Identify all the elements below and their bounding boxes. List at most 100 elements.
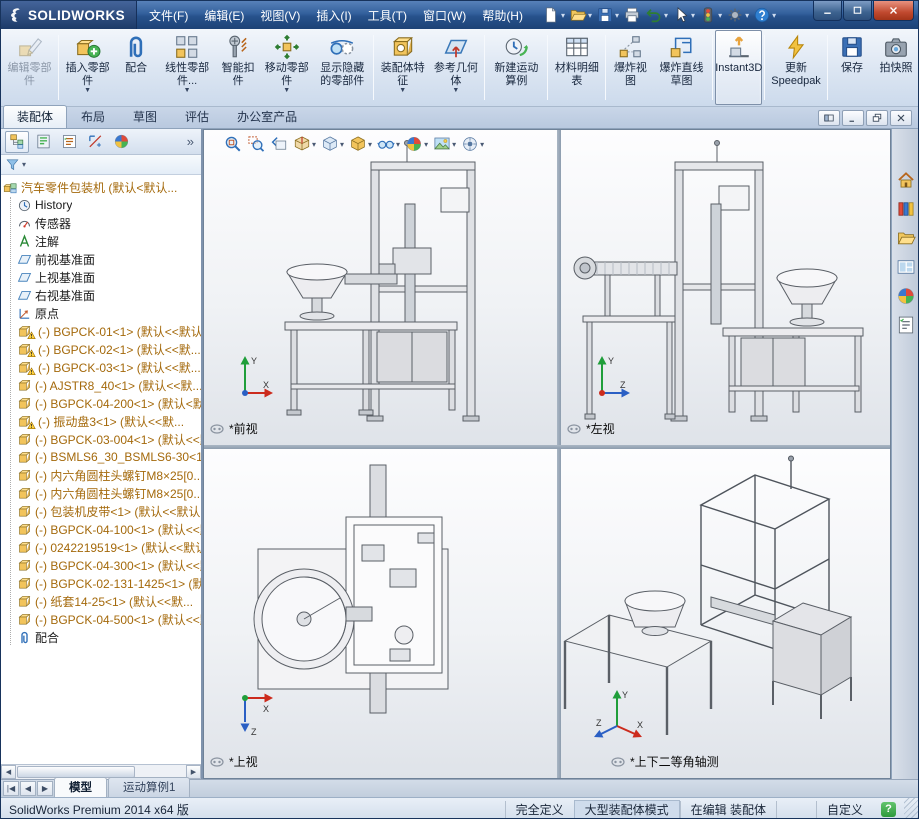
save-document-button[interactable]: ▾ (595, 5, 620, 25)
undo-button[interactable]: ▾ (644, 5, 669, 25)
tree-item[interactable]: (-) BGPCK-04-100<1> (默认<<默... (1, 520, 201, 538)
maximize-window-button[interactable] (843, 1, 872, 21)
menu-item[interactable]: 插入(I) (308, 1, 359, 29)
tree-item[interactable]: (-) 0242219519<1> (默认<<默认... (1, 538, 201, 556)
tree-item[interactable]: (-) BGPCK-04-300<1> (默认<<默... (1, 556, 201, 574)
menu-item[interactable]: 帮助(H) (474, 1, 531, 29)
filter-caret-icon[interactable]: ▾ (22, 160, 26, 169)
restore-document-button[interactable] (866, 110, 888, 126)
tree-item[interactable]: (-) BSMLS6_30_BSMLS6-30<1>... (1, 448, 201, 466)
model-tab[interactable]: 运动算例1 (108, 777, 191, 797)
show-hidden-components-button[interactable]: 显示隐藏的零部件 (313, 30, 371, 105)
viewport-front[interactable]: ▾ ▾ ▾ ▾ ▾ ▾ ▾ Y X *前视 (204, 130, 557, 445)
viewport-splitter-horizontal[interactable] (204, 445, 890, 449)
design-library-tab[interactable] (894, 197, 918, 221)
status-assembly-mode[interactable]: 大型装配体模式 (573, 799, 680, 818)
bill-of-materials-button[interactable]: 材料明细表 (550, 30, 603, 105)
menu-item[interactable]: 视图(V) (252, 1, 308, 29)
quick-tips-icon[interactable]: ? (881, 801, 896, 817)
command-tab[interactable]: 评估 (171, 105, 223, 128)
display-style-button[interactable]: ▾ (347, 134, 374, 154)
tree-item[interactable]: 原点 (1, 304, 201, 322)
save-button[interactable]: 保存 (830, 30, 874, 105)
propertymanager-tab[interactable] (31, 131, 55, 153)
model-tab-nav-1[interactable]: ◀ (20, 781, 36, 796)
apply-scene-button[interactable]: ▾ (431, 134, 458, 154)
mate-button[interactable]: 配合 (114, 30, 158, 105)
menu-item[interactable]: 窗口(W) (415, 1, 474, 29)
tree-item[interactable]: 前视基准面 (1, 250, 201, 268)
tree-item[interactable]: (-) 振动盘3<1> (默认<<默... (1, 412, 201, 430)
help-button[interactable]: ▾ (752, 5, 777, 25)
model-tab[interactable]: 模型 (54, 777, 107, 797)
cascade-document-button[interactable] (818, 110, 840, 126)
file-explorer-tab[interactable] (894, 226, 918, 250)
custom-properties-tab[interactable] (894, 313, 918, 337)
move-component-button[interactable]: 移动零部件 ▼ (260, 30, 313, 105)
tree-item[interactable]: (-) BGPCK-01<1> (默认<<默认... (1, 322, 201, 340)
insert-component-button[interactable]: 插入零部件 ▼ (61, 30, 114, 105)
featuremanager-tab[interactable] (5, 130, 29, 153)
model-front-view[interactable] (259, 138, 509, 430)
hide-show-items-button[interactable]: ▾ (375, 134, 402, 154)
section-view-button[interactable]: ▾ (291, 134, 318, 154)
view-palette-tab[interactable] (894, 255, 918, 279)
command-tab[interactable]: 草图 (119, 105, 171, 128)
tree-item[interactable]: (-) AJSTR8_40<1> (默认<<默... (1, 376, 201, 394)
tree-item[interactable]: (-) BGPCK-03<1> (默认<<默... (1, 358, 201, 376)
minimize-window-button[interactable] (813, 1, 842, 21)
view-orientation-button[interactable]: ▾ (319, 134, 346, 154)
open-document-button[interactable]: ▾ (568, 5, 593, 25)
reference-geometry-button[interactable]: 参考几何体 ▼ (429, 30, 482, 105)
zoom-to-area-button[interactable] (245, 134, 267, 154)
options-button[interactable]: ▾ (725, 5, 750, 25)
update-speedpak-button[interactable]: 更新 Speedpak (767, 30, 825, 105)
tree-item[interactable]: (-) 内六角圆柱头螺钉M8×25[0... (1, 484, 201, 502)
tree-item[interactable]: 右视基准面 (1, 286, 201, 304)
print-document-button[interactable] (622, 5, 642, 25)
tree-item[interactable]: (-) BGPCK-04-200<1> (默认<默... (1, 394, 201, 412)
close-document-button[interactable] (890, 110, 912, 126)
tree-item[interactable]: 配合 (1, 628, 201, 646)
model-tab-nav-2[interactable]: ▶ (37, 781, 53, 796)
linear-component-pattern-button[interactable]: 线性零部件... ▼ (158, 30, 216, 105)
viewport-isometric[interactable]: Y X Z *上下二等角轴测 (561, 449, 890, 778)
smart-fasteners-button[interactable]: 智能扣件 (216, 30, 260, 105)
new-document-button[interactable]: ▾ (541, 5, 566, 25)
tree-item[interactable]: (-) BGPCK-02<1> (默认<<默... (1, 340, 201, 358)
command-tab[interactable]: 办公室产品 (223, 105, 311, 128)
tree-item[interactable]: (-) BGPCK-02-131-1425<1> (默... (1, 574, 201, 592)
menu-item[interactable]: 文件(F) (141, 1, 196, 29)
tree-item[interactable]: (-) BGPCK-04-500<1> (默认<<默... (1, 610, 201, 628)
new-motion-study-button[interactable]: 新建运动算例 (487, 30, 545, 105)
tree-item[interactable]: 注解 (1, 232, 201, 250)
edit-component-button[interactable]: 编辑零部件 (3, 30, 56, 105)
zoom-to-fit-button[interactable] (222, 134, 244, 154)
solidworks-resources-tab[interactable] (894, 168, 918, 192)
close-window-button[interactable] (873, 1, 914, 21)
rebuild-button[interactable]: ▾ (698, 5, 723, 25)
viewport-top[interactable]: Z X *上视 (204, 449, 557, 778)
exploded-view-button[interactable]: 爆炸视图 (608, 30, 652, 105)
view-settings-button[interactable]: ▾ (459, 134, 486, 154)
edit-appearance-button[interactable]: ▾ (403, 134, 430, 154)
appearances-scenes-tab[interactable] (894, 284, 918, 308)
tree-item[interactable]: (-) 包装机皮带<1> (默认<<默认... (1, 502, 201, 520)
scroll-left-button[interactable]: ◀ (1, 765, 16, 779)
command-tab[interactable]: 布局 (67, 105, 119, 128)
status-customize[interactable]: 自定义 (815, 800, 873, 818)
explode-line-sketch-button[interactable]: 爆炸直线草图 (652, 30, 710, 105)
tree-item[interactable]: (-) 纸套14-25<1> (默认<<默... (1, 592, 201, 610)
model-top-view[interactable] (242, 453, 512, 753)
dimxpertmanager-tab[interactable] (83, 131, 107, 153)
model-tab-nav-0[interactable]: |◀ (3, 781, 19, 796)
resize-grip[interactable] (904, 798, 918, 818)
take-snapshot-button[interactable]: 拍快照 (874, 30, 918, 105)
command-tab[interactable]: 装配体 (3, 105, 68, 128)
select-tool-button[interactable]: ▾ (671, 5, 696, 25)
tree-item[interactable]: History (1, 196, 201, 214)
assembly-features-button[interactable]: 装配体特征 ▼ (376, 30, 429, 105)
tree-item[interactable]: (-) 内六角圆柱头螺钉M8×25[0... (1, 466, 201, 484)
displaymanager-tab[interactable] (109, 131, 133, 153)
tree-item[interactable]: 传感器 (1, 214, 201, 232)
